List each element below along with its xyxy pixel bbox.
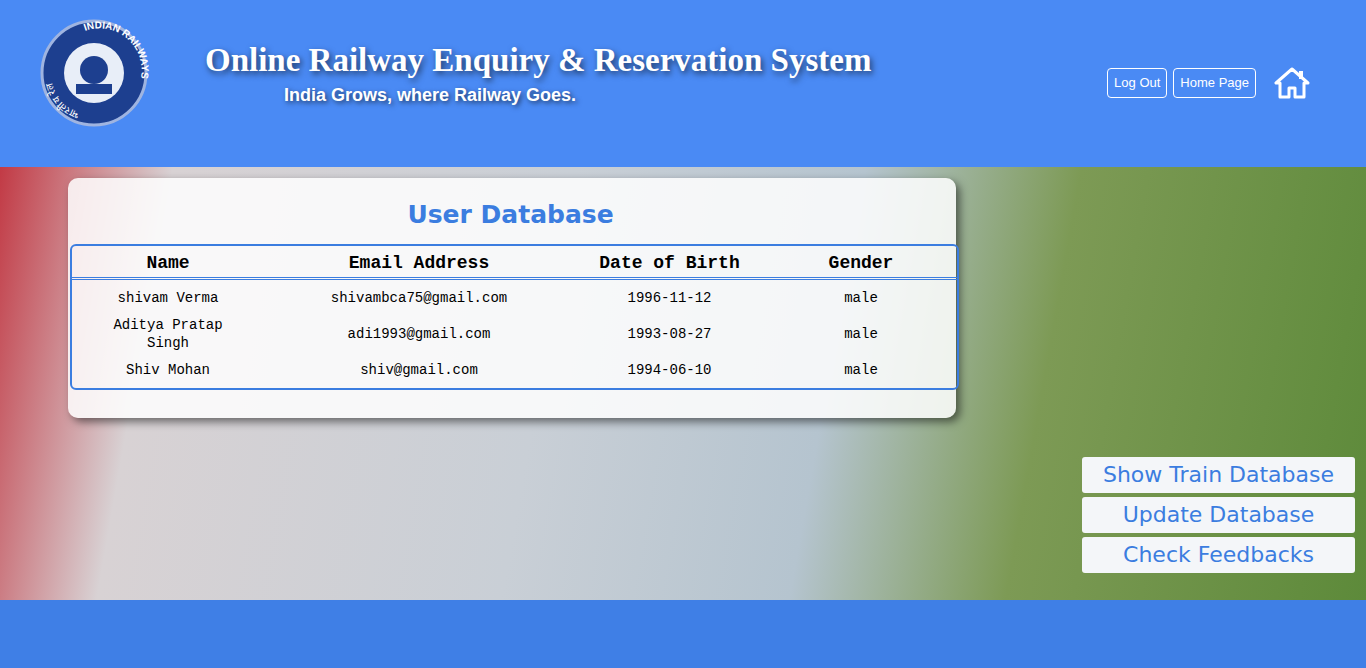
nav-button[interactable]: Home Page	[1173, 68, 1256, 98]
header-nav: Log OutHome Page	[1107, 66, 1310, 100]
svg-text:भारतीय रेल: भारतीय रेल	[43, 82, 80, 122]
column-header: Gender	[765, 246, 957, 280]
footer	[0, 600, 1366, 668]
table-cell: 1993-08-27	[574, 316, 765, 352]
column-header: Email Address	[264, 246, 574, 280]
svg-text:INDIAN RAILWAYS: INDIAN RAILWAYS	[82, 19, 151, 79]
side-menu: Show Train Database Update Database Check …	[1082, 457, 1355, 573]
card-title: User Database	[68, 178, 956, 244]
table-cell: male	[765, 280, 957, 316]
table-cell: shivambca75@gmail.com	[264, 280, 574, 316]
table-cell: 1994-06-10	[574, 352, 765, 388]
side-menu-button[interactable]: Show Train Database	[1082, 457, 1355, 493]
user-table: NameEmail AddressDate of BirthGendershiv…	[70, 244, 959, 390]
side-menu-button[interactable]: Check Feedbacks	[1082, 537, 1355, 573]
user-database-card: User DatabaseNameEmail AddressDate of Bi…	[68, 178, 956, 418]
table-row: shivam Vermashivambca75@gmail.com1996-11…	[72, 280, 957, 316]
table-cell: shivam Verma	[72, 280, 264, 316]
railways-logo-icon: भारतीय रेलINDIAN RAILWAYS	[40, 18, 152, 128]
column-header: Name	[72, 246, 264, 280]
table-cell: shiv@gmail.com	[264, 352, 574, 388]
side-menu-button[interactable]: Update Database	[1082, 497, 1355, 533]
home-icon[interactable]	[1274, 66, 1310, 100]
site-title-block: Online Railway Enquiry & Reservation Sys…	[205, 40, 871, 106]
table-cell: 1996-11-12	[574, 280, 765, 316]
table-cell: Aditya Pratap Singh	[72, 316, 264, 352]
nav-button[interactable]: Log Out	[1107, 68, 1167, 98]
column-header: Date of Birth	[574, 246, 765, 280]
table-row: Aditya Pratap Singhadi1993@gmail.com1993…	[72, 316, 957, 352]
table-cell: male	[765, 352, 957, 388]
table-header-row: NameEmail AddressDate of BirthGender	[72, 246, 957, 280]
header: भारतीय रेलINDIAN RAILWAYS Online Railway …	[0, 0, 1366, 167]
table-cell: Shiv Mohan	[72, 352, 264, 388]
table-row: Shiv Mohanshiv@gmail.com1994-06-10male	[72, 352, 957, 388]
train-photo: User DatabaseNameEmail AddressDate of Bi…	[0, 167, 1366, 600]
table-cell: adi1993@gmail.com	[264, 316, 574, 352]
site-title: Online Railway Enquiry & Reservation Sys…	[205, 40, 871, 80]
site-subtitle: India Grows, where Railway Goes.	[284, 84, 871, 106]
table-cell: male	[765, 316, 957, 352]
